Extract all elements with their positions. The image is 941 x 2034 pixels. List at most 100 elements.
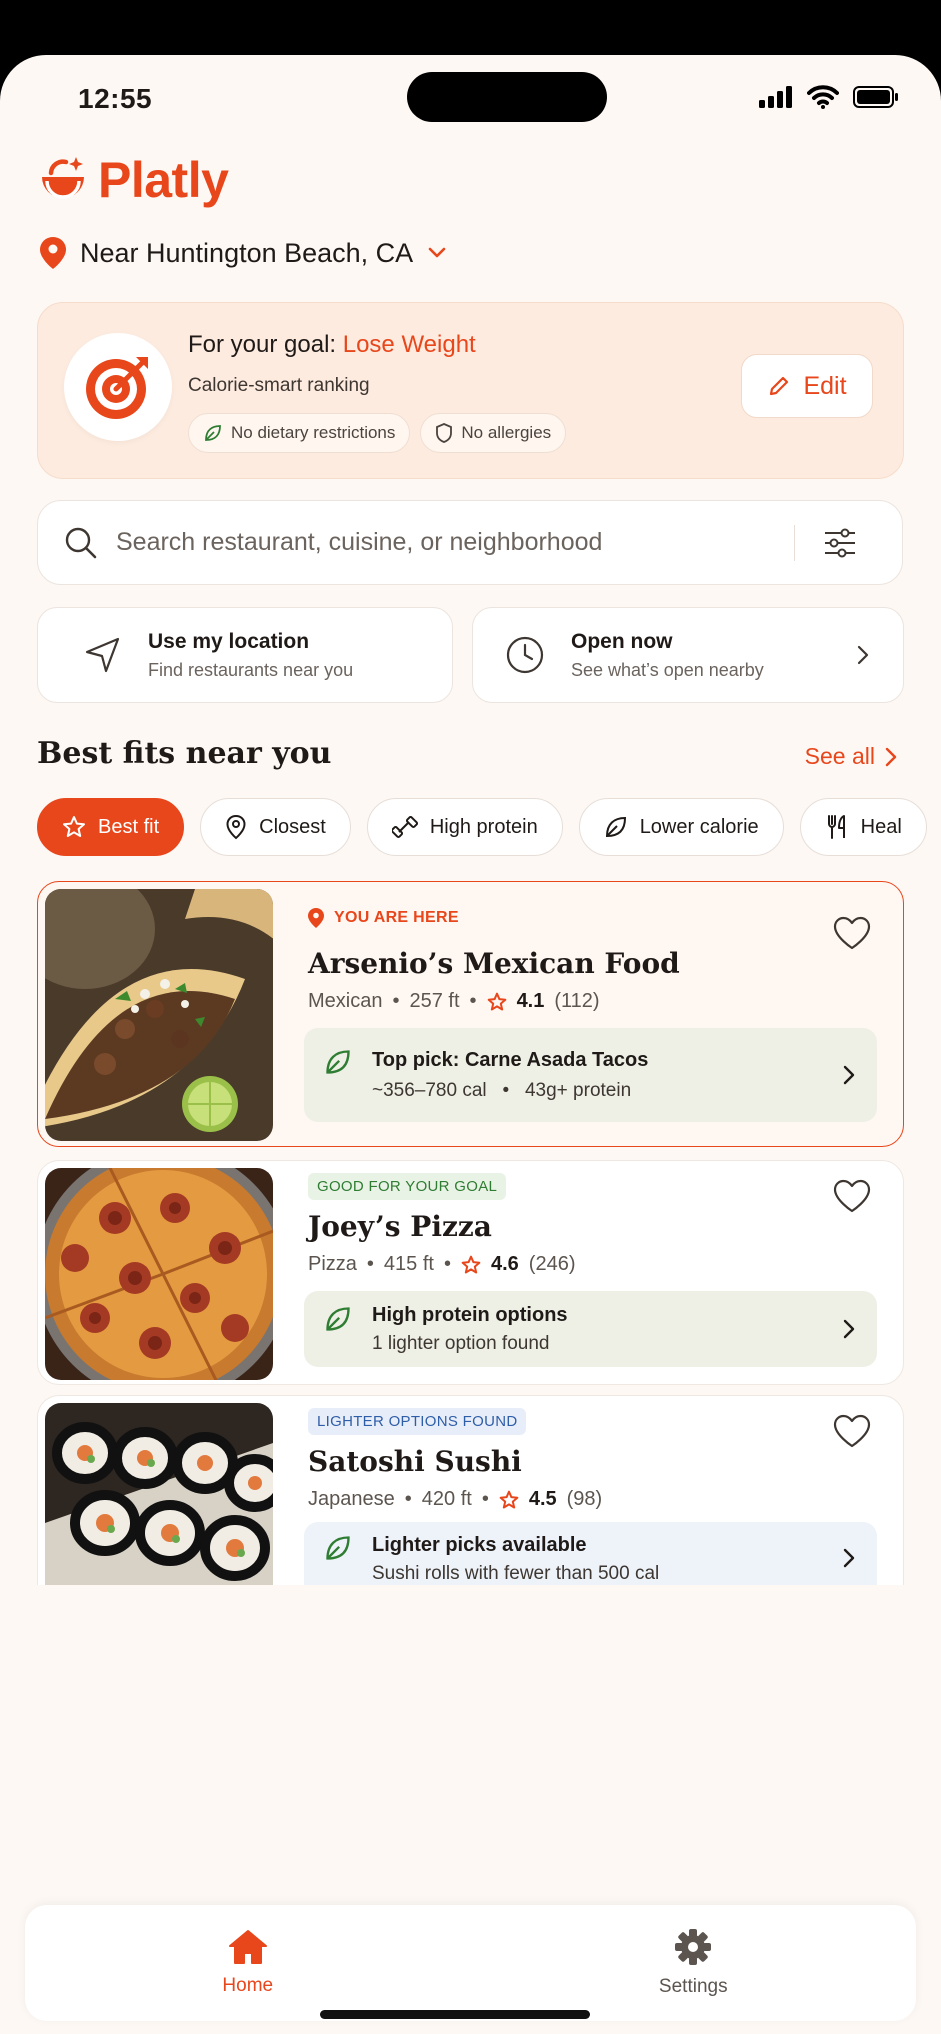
chevron-right-icon [843, 1319, 855, 1339]
leaf-icon [205, 425, 221, 441]
shield-icon [436, 423, 453, 443]
restaurant-info: GOOD FOR YOUR GOAL Joey’s Pizza Pizza • … [308, 1173, 879, 1276]
restaurant-tag-label: YOU ARE HERE [334, 909, 459, 926]
restaurant-info: LIGHTER OPTIONS FOUND Satoshi Sushi Japa… [308, 1408, 879, 1511]
location-selector[interactable]: Near Huntington Beach, CA [40, 237, 447, 269]
location-label: Near Huntington Beach, CA [80, 237, 414, 268]
goal-title: For your goal: Lose Weight [188, 331, 476, 359]
leaf-icon [326, 1307, 350, 1331]
filter-healthy[interactable]: Heal [799, 798, 927, 856]
restaurant-name: Joey’s Pizza [308, 1210, 492, 1243]
chevron-down-icon [428, 247, 446, 258]
restaurant-cuisine: Japanese [308, 1488, 395, 1510]
search-input[interactable] [116, 528, 776, 557]
top-pick-panel[interactable]: High protein options 1 lighter option fo… [304, 1291, 877, 1367]
restaurant-rating: 4.1 [516, 990, 545, 1012]
use-location-text: Use my location Find restaurants near yo… [148, 630, 353, 681]
search-icon [65, 527, 97, 558]
home-indicator [320, 2010, 590, 2019]
see-all-link[interactable]: See all [805, 743, 897, 770]
restaurant-tag: YOU ARE HERE [308, 908, 459, 928]
filter-label: Closest [259, 815, 326, 838]
status-time: 12:55 [78, 83, 153, 114]
app-logo: Platly [36, 151, 229, 209]
restaurant-cuisine: Mexican [308, 990, 383, 1012]
navigation-arrow-icon [85, 637, 120, 673]
location-pin-icon [226, 814, 246, 840]
location-pin-icon [308, 908, 324, 928]
battery-icon [853, 86, 898, 108]
restaurant-meta: Japanese • 420 ft • 4.5 (98) [308, 1488, 879, 1511]
restaurant-rating: 4.5 [528, 1488, 557, 1510]
allergies-chip-label: No allergies [461, 423, 552, 442]
top-pick-title: Top pick: Carne Asada Tacos [372, 1048, 649, 1071]
status-bar: 12:55 [0, 55, 941, 165]
app-name: Platly [98, 152, 229, 208]
meta-separator: • [392, 990, 400, 1012]
restaurant-reviews: (246) [528, 1253, 576, 1275]
restaurant-card[interactable]: GOOD FOR YOUR GOAL Joey’s Pizza Pizza • … [37, 1160, 904, 1385]
chevron-right-icon [857, 645, 869, 665]
top-pick-panel[interactable]: Top pick: Carne Asada Tacos ~356–780 cal… [304, 1028, 877, 1122]
see-all-label: See all [804, 743, 875, 769]
top-pick-nutrition: ~356–780 cal • 43g+ protein [372, 1080, 648, 1102]
top-pick-calories: ~356–780 cal [372, 1079, 487, 1101]
goal-chips: No dietary restrictions No allergies [188, 413, 567, 453]
restaurant-distance: 415 ft [383, 1253, 434, 1275]
top-pick-panel[interactable]: Lighter picks available Sushi rolls with… [304, 1522, 877, 1585]
filter-best-fit[interactable]: Best fit [37, 798, 185, 856]
top-pick-protein: 43g+ protein [524, 1079, 632, 1101]
location-pin-icon [40, 237, 66, 269]
open-now-button[interactable]: Open now See what’s open nearby [472, 607, 904, 703]
edit-goal-button[interactable]: Edit [741, 354, 873, 418]
filter-sliders-icon[interactable] [823, 527, 857, 559]
top-pick-subtitle: Sushi rolls with fewer than 500 cal [372, 1563, 660, 1584]
goal-icon-badge [64, 333, 172, 441]
filter-label: Heal [860, 815, 902, 838]
app-screen: 12:55 Platly Near Huntington Beach, CA F… [0, 55, 941, 2034]
restaurant-reviews: (112) [554, 990, 600, 1012]
restaurant-photo-pizza [45, 1168, 273, 1380]
restaurant-tag-label: GOOD FOR YOUR GOAL [317, 1178, 498, 1195]
target-icon [86, 357, 148, 419]
restaurant-meta: Mexican • 257 ft • 4.1 (112) [308, 990, 879, 1013]
restaurant-reviews: (98) [566, 1488, 603, 1510]
chevron-right-icon [885, 747, 897, 766]
allergies-chip: No allergies [420, 413, 567, 453]
dynamic-island [407, 72, 607, 122]
top-pick-title: Lighter picks available [372, 1534, 587, 1556]
star-icon [63, 816, 85, 837]
edit-label: Edit [803, 371, 847, 400]
chevron-right-icon [843, 1065, 855, 1085]
top-pick-title: High protein options [372, 1303, 568, 1326]
utensils-icon [827, 815, 845, 839]
filter-high-protein[interactable]: High protein [366, 798, 563, 856]
leaf-icon [326, 1050, 350, 1074]
goal-name: Lose Weight [342, 331, 476, 358]
platly-logo-icon [42, 157, 84, 199]
meta-separator: • [366, 1253, 374, 1275]
use-location-title: Use my location [148, 629, 310, 653]
tab-settings[interactable]: Settings [471, 1905, 917, 2021]
goal-prefix: For your goal: [188, 331, 343, 358]
top-pick-subtitle: 1 lighter option found [372, 1332, 550, 1354]
filter-lower-calorie[interactable]: Lower calorie [578, 798, 784, 856]
use-location-button[interactable]: Use my location Find restaurants near yo… [37, 607, 453, 703]
filter-closest[interactable]: Closest [200, 798, 351, 856]
heart-icon[interactable] [833, 916, 871, 950]
tab-home[interactable]: Home [25, 1905, 471, 2021]
heart-icon[interactable] [833, 1414, 871, 1448]
restaurant-card[interactable]: YOU ARE HERE Arsenio’s Mexican Food Mexi… [37, 881, 904, 1147]
restaurant-tag-label: LIGHTER OPTIONS FOUND [317, 1413, 518, 1430]
restaurant-distance: 257 ft [409, 990, 460, 1012]
restaurant-tag: LIGHTER OPTIONS FOUND [308, 1408, 527, 1435]
restaurant-meta: Pizza • 415 ft • 4.6 (246) [308, 1253, 879, 1276]
heart-icon[interactable] [833, 1179, 871, 1213]
filter-label: Lower calorie [639, 815, 759, 838]
restaurant-card[interactable]: LIGHTER OPTIONS FOUND Satoshi Sushi Japa… [37, 1395, 904, 1585]
dietary-chip-label: No dietary restrictions [231, 423, 396, 442]
section-title: Best fits near you [37, 736, 332, 771]
top-pick-text: Lighter picks available Sushi rolls with… [372, 1534, 659, 1585]
goal-subtitle: Calorie-smart ranking [188, 375, 370, 396]
filter-label: Best fit [98, 815, 160, 838]
